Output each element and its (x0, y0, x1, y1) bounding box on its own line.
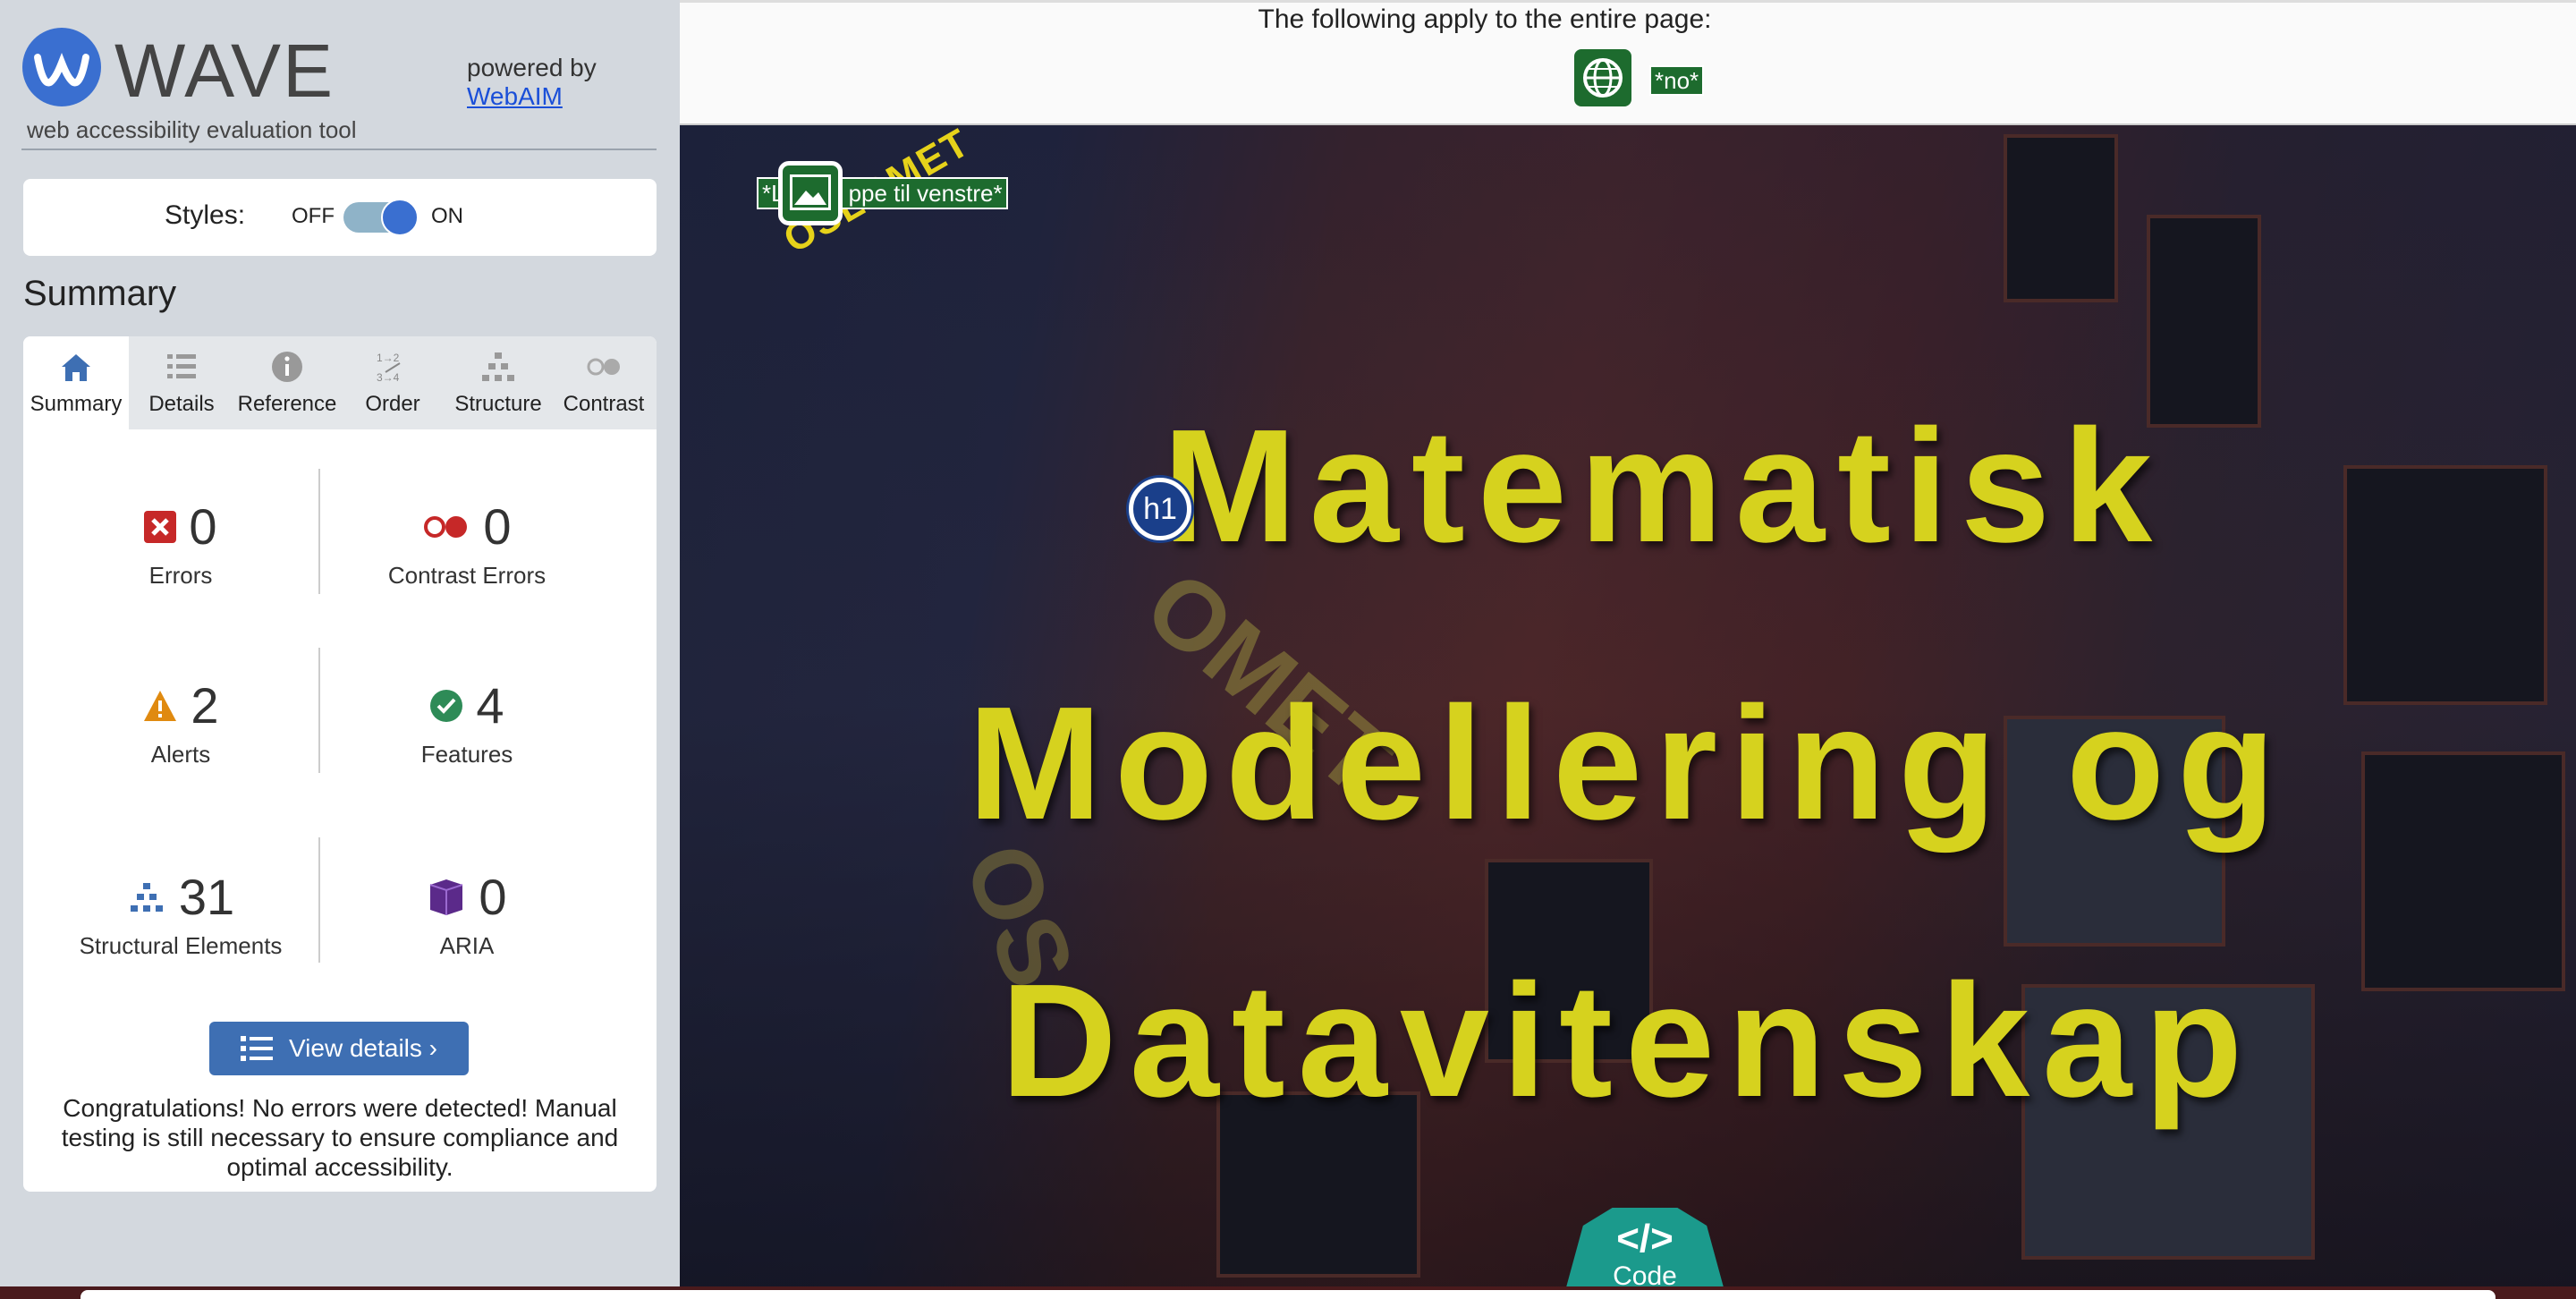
code-label: Code (1613, 1261, 1677, 1286)
tab-contrast[interactable]: Contrast (551, 336, 657, 429)
alt-text-end: ppe til venstre* (848, 180, 1003, 207)
hero-title-line-1: Matematisk (1162, 396, 2165, 576)
features-count: 4 (476, 677, 504, 734)
hero-title-line-3: Datavitenskap (1000, 951, 2256, 1131)
contrast-error-icon (424, 516, 468, 538)
tab-label: Summary (30, 392, 123, 416)
alerts-label: Alerts (150, 741, 211, 768)
alert-icon (144, 691, 177, 721)
features-label: Features (420, 741, 513, 768)
styles-on-label: ON (431, 204, 463, 228)
toggle-knob[interactable] (381, 199, 419, 236)
image-icon (790, 174, 831, 210)
home-icon (62, 354, 90, 381)
code-icon: </> (1616, 1217, 1674, 1261)
language-badge: *no* (1649, 65, 1705, 96)
wave-logo-icon (22, 28, 101, 106)
list-icon (240, 1036, 273, 1061)
image-alt-icon[interactable] (778, 161, 843, 225)
order-icon: 1→2 3→4 (377, 352, 401, 384)
stats-divider (318, 469, 320, 594)
powered-by: powered by WebAIM (467, 54, 597, 111)
styles-label: Styles: (165, 200, 246, 230)
page-level-text: The following apply to the entire page: (1258, 4, 1712, 34)
styles-off-label: OFF (292, 204, 335, 228)
contrast-errors-count: 0 (483, 498, 512, 555)
styles-toggle[interactable] (343, 199, 419, 236)
errors-count: 0 (189, 498, 217, 555)
stats-divider (318, 648, 320, 773)
list-icon (167, 354, 196, 378)
feature-check-icon (430, 690, 463, 722)
bottom-bar (80, 1290, 2496, 1299)
summary-panel: Summary Details Reference 1→2 3→4 Order … (23, 336, 657, 1192)
tab-label: Order (365, 392, 420, 416)
tab-label: Structure (454, 392, 542, 416)
aria-cube-icon (430, 879, 463, 915)
contrast-errors-label: Contrast Errors (387, 562, 547, 589)
stats-divider (318, 837, 320, 963)
tab-reference[interactable]: Reference (234, 336, 340, 429)
language-globe-icon[interactable] (1574, 49, 1631, 106)
wave-header: WAVE web accessibility evaluation tool p… (21, 27, 665, 152)
stat-features[interactable]: 4 Features (333, 675, 601, 809)
powered-by-text: powered by (467, 54, 597, 81)
errors-label: Errors (148, 562, 213, 589)
hero-section: OMET OS Matematisk Modellering og Datavi… (680, 125, 2576, 1286)
contrast-icon (587, 358, 620, 376)
aria-count: 0 (479, 869, 507, 925)
styles-toggle-box: Styles: OFF ON (23, 179, 657, 256)
stat-structural[interactable]: 31 Structural Elements (47, 866, 315, 1000)
info-icon (272, 352, 302, 382)
header-divider (21, 149, 657, 150)
structural-count: 31 (178, 869, 235, 925)
h1-structure-badge[interactable]: h1 (1129, 478, 1191, 540)
wave-sidebar: WAVE web accessibility evaluation tool p… (0, 0, 680, 1286)
error-icon (144, 511, 177, 543)
tab-structure[interactable]: Structure (445, 336, 551, 429)
tab-label: Contrast (563, 392, 645, 416)
aria-label: ARIA (439, 932, 495, 959)
tab-order[interactable]: 1→2 3→4 Order (340, 336, 445, 429)
webaim-link[interactable]: WebAIM (467, 82, 597, 111)
svg-text:1→2: 1→2 (377, 352, 400, 364)
structural-label: Structural Elements (79, 932, 283, 959)
wave-logo-text: WAVE (114, 29, 335, 113)
view-details-label: View details › (288, 1034, 437, 1062)
tab-details[interactable]: Details (129, 336, 234, 429)
code-toggle-button[interactable]: </> Code (1563, 1208, 1726, 1286)
congrats-message: Congratulations! No errors were detected… (61, 1094, 619, 1181)
tab-label: Reference (237, 392, 337, 416)
page-level-bar: The following apply to the entire page: … (680, 0, 2576, 125)
building-window (2004, 134, 2118, 302)
stat-errors[interactable]: 0 Errors (47, 496, 315, 630)
svg-text:3→4: 3→4 (377, 371, 400, 384)
structure-icon (130, 883, 163, 912)
tab-summary[interactable]: Summary (23, 336, 129, 429)
tab-bar: Summary Details Reference 1→2 3→4 Order … (23, 336, 657, 429)
stat-aria[interactable]: 0 ARIA (333, 866, 601, 1000)
stat-contrast-errors[interactable]: 0 Contrast Errors (333, 496, 601, 630)
hero-title-line-2: Modellering og (968, 674, 2288, 853)
view-details-button[interactable]: View details › (209, 1022, 469, 1075)
alerts-count: 2 (191, 677, 219, 734)
stat-alerts[interactable]: 2 Alerts (47, 675, 315, 809)
wave-subtitle: web accessibility evaluation tool (27, 116, 357, 143)
structure-icon (482, 352, 514, 381)
tab-label: Details (148, 392, 215, 416)
panel-title: Summary (23, 274, 177, 313)
globe-icon (1583, 58, 1623, 98)
